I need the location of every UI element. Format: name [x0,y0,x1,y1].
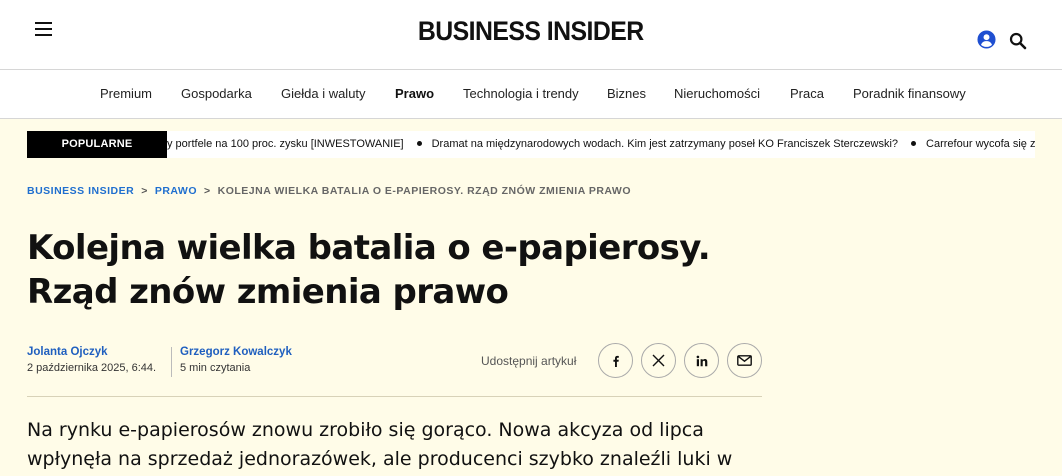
share-facebook-button[interactable] [598,343,633,378]
ticker-track: y portfele na 100 proc. zysku [INWESTOWA… [167,131,1035,158]
x-twitter-icon [652,354,665,367]
popular-ticker: POPULARNE y portfele na 100 proc. zysku … [27,131,1035,158]
main-navigation: Premium Gospodarka Giełda i waluty Prawo… [0,70,1062,119]
author-block: Grzegorz Kowalczyk 5 min czytania [180,346,292,374]
nav-item-gielda-i-waluty[interactable]: Giełda i waluty [281,86,366,101]
share-email-button[interactable] [727,343,762,378]
breadcrumb-chevron-icon: > [141,185,148,197]
ticker-label: POPULARNE [27,131,167,158]
headline-line: Kolejna wielka batalia o e-papierosy. [27,228,711,268]
site-logo[interactable]: BUSINESS INSIDER [0,16,1062,47]
breadcrumb-section-link[interactable]: PRAWO [155,185,197,197]
breadcrumb: BUSINESS INSIDER > PRAWO > KOLEJNA WIELKA BA… [27,185,631,197]
share-label: Udostępnij artykuł [481,354,577,368]
publish-date: 2 października 2025, 6:44. [27,362,157,374]
share-x-button[interactable] [641,343,676,378]
author-divider [171,347,172,377]
article-lead: Na rynku e-papierosów znowu zrobiło się … [27,416,762,474]
article-headline: Kolejna wielka batalia o e-papierosy. Rz… [27,226,787,314]
headline-line: Rząd znów zmienia prawo [27,272,509,312]
nav-item-nieruchomosci[interactable]: Nieruchomości [674,86,760,101]
author-block: Jolanta Ojczyk 2 października 2025, 6:44… [27,346,156,374]
lead-line: wpłynęła na sprzedaż jednorazówek, ale p… [27,448,733,470]
breadcrumb-home-link[interactable]: BUSINESS INSIDER [27,185,134,197]
section-divider [27,396,762,397]
share-linkedin-button[interactable] [684,343,719,378]
nav-item-poradnik-finansowy[interactable]: Poradnik finansowy [853,86,966,101]
nav-item-praca[interactable]: Praca [790,86,824,101]
facebook-icon [612,355,619,367]
nav-item-premium[interactable]: Premium [100,86,152,101]
email-icon [737,355,752,366]
linkedin-icon [696,355,707,366]
ticker-bullet [911,141,917,147]
nav-item-prawo[interactable]: Prawo [395,86,434,101]
ticker-item[interactable]: Dramat na międzynarodowych wodach. Kim j… [432,131,898,158]
reading-time: 5 min czytania [180,362,251,374]
nav-item-gospodarka[interactable]: Gospodarka [181,86,252,101]
ticker-bullet [416,141,422,147]
search-icon[interactable] [1009,32,1027,50]
top-bar: BUSINESS INSIDER [0,0,1062,70]
breadcrumb-current-page: KOLEJNA WIELKA BATALIA O E-PAPIEROSY. RZ… [217,185,631,197]
lead-line: Na rynku e-papierosów znowu zrobiło się … [27,419,704,441]
breadcrumb-chevron-icon: > [204,185,211,197]
site-logo-text[interactable]: BUSINESS INSIDER [418,16,644,47]
author-name-link[interactable]: Grzegorz Kowalczyk [180,346,292,358]
author-name-link[interactable]: Jolanta Ojczyk [27,346,156,358]
nav-item-biznes[interactable]: Biznes [607,86,646,101]
ticker-item[interactable]: Carrefour wycofa się z [926,131,1035,158]
user-account-icon[interactable] [977,30,996,49]
ticker-item[interactable]: y portfele na 100 proc. zysku [INWESTOWA… [167,131,404,158]
nav-item-technologia-i-trendy[interactable]: Technologia i trendy [463,86,579,101]
